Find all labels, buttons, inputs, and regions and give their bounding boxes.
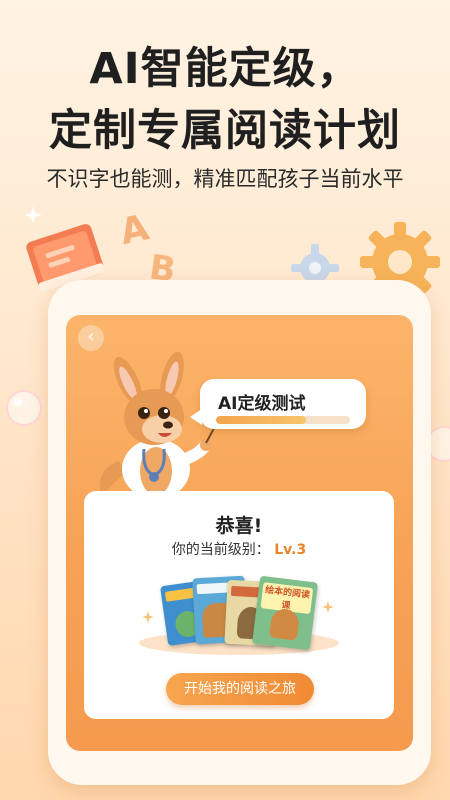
sparkle-icon bbox=[142, 611, 154, 623]
sparkle-icon bbox=[24, 206, 42, 224]
headline-line-1: AI智能定级， bbox=[89, 44, 361, 94]
bubble-left-icon bbox=[6, 390, 42, 426]
letter-a-icon: A bbox=[117, 208, 150, 248]
headline-line-2: 定制专属阅读计划 bbox=[49, 106, 401, 156]
subtitle: 不识字也能测，精准匹配孩子当前水平 bbox=[46, 167, 404, 191]
test-progress-fill bbox=[216, 416, 306, 424]
congrats-title: 恭喜! bbox=[215, 515, 263, 537]
level-label: 你的当前级别： bbox=[171, 542, 270, 558]
ai-test-bubble: AI定级测试 bbox=[190, 379, 366, 429]
app-screen: ‹ AI定级测试 恭喜! 你的当前级别： Lv.3 绘本的阅读课 开始我的阅读之… bbox=[66, 315, 413, 751]
book-cover: 绘本的阅读课 bbox=[252, 575, 318, 651]
sparkle-icon bbox=[322, 601, 334, 613]
tablet-frame: ‹ AI定级测试 恭喜! 你的当前级别： Lv.3 绘本的阅读课 开始我的阅读之… bbox=[48, 280, 431, 785]
level-line: 你的当前级别： Lv.3 bbox=[84, 539, 394, 559]
bubble-title: AI定级测试 bbox=[218, 394, 306, 414]
chevron-left-icon[interactable]: ‹ bbox=[78, 325, 104, 351]
result-card: 恭喜! 你的当前级别： Lv.3 绘本的阅读课 开始我的阅读之旅 bbox=[84, 491, 394, 719]
start-reading-button[interactable]: 开始我的阅读之旅 bbox=[166, 673, 314, 705]
svg-text:A: A bbox=[117, 208, 150, 248]
level-value: Lv.3 bbox=[274, 542, 307, 558]
kangaroo-mascot bbox=[100, 351, 218, 499]
test-progress-bar bbox=[216, 416, 350, 424]
